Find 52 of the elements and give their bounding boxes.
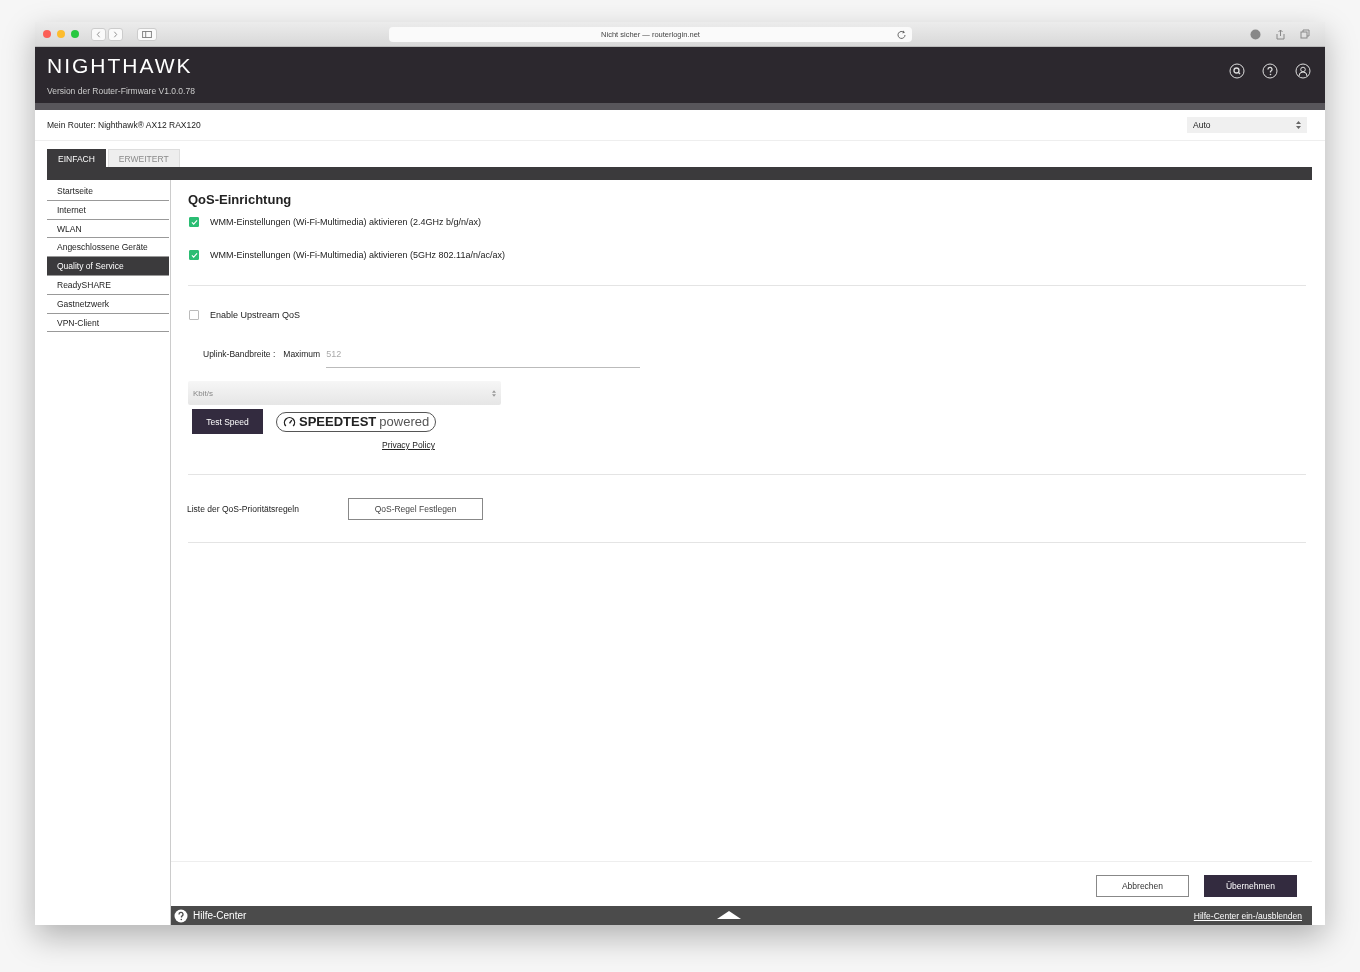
help-toggle-link[interactable]: Hilfe-Center ein-/ausblenden	[1193, 910, 1302, 921]
select-arrows-icon	[1296, 121, 1301, 129]
cancel-button[interactable]: Abbrechen	[1096, 875, 1189, 897]
mode-select[interactable]: Auto	[1187, 117, 1307, 133]
user-icon[interactable]	[1295, 63, 1311, 79]
minimize-window-button[interactable]	[57, 30, 65, 38]
set-rule-button[interactable]: QoS-Regel Festlegen	[348, 498, 483, 520]
bandwidth-field[interactable]: 512	[326, 349, 641, 368]
share-icon[interactable]	[1275, 28, 1286, 40]
field-label: Maximum	[283, 349, 321, 361]
help-center-label: Hilfe-Center	[193, 910, 247, 921]
page-title: QoS-Einrichtung	[188, 192, 293, 207]
sidebar-item[interactable]: Quality of Service	[47, 257, 169, 276]
sidebar-item[interactable]: VPN-Client	[47, 313, 169, 333]
apply-button[interactable]: Übernehmen	[1204, 875, 1297, 897]
checkbox[interactable]	[189, 250, 199, 260]
firmware-version: Version der Router-Firmware V1.0.0.78	[47, 86, 195, 96]
reload-icon[interactable]	[897, 29, 906, 39]
select-arrows-icon	[492, 389, 496, 397]
field-label: Uplink-Bandbreite :	[203, 349, 276, 361]
checkbox-label: WMM-Einstellungen (Wi-Fi-Multimedia) aktivieren (2.4GHz b/g/n/ax)	[210, 217, 482, 227]
back-icon	[95, 29, 102, 39]
help-icon[interactable]	[1262, 63, 1278, 79]
forward-button[interactable]	[108, 27, 123, 41]
sidebar-icon	[142, 30, 152, 38]
rules-label: Liste der QoS-Prioritätsregeln	[187, 504, 300, 514]
sidebar-item[interactable]: Startseite	[47, 182, 169, 201]
sidebar-item[interactable]: ReadySHARE	[47, 276, 169, 295]
checkbox[interactable]	[189, 217, 199, 227]
brand-logo: NIGHTHAWK	[47, 54, 193, 78]
speedtest-badge: SPEEDTEST powered	[276, 411, 437, 432]
tab[interactable]: EINFACH	[47, 149, 106, 167]
search-icon[interactable]	[1229, 63, 1245, 79]
checkbox-label: WMM-Einstellungen (Wi-Fi-Multimedia) aktivieren (5GHz 802.11a/n/ac/ax)	[210, 250, 505, 260]
test-speed-button[interactable]: Test Speed	[192, 409, 263, 434]
sidebar-button[interactable]	[137, 27, 157, 41]
checkbox[interactable]	[189, 310, 199, 320]
sidebar-item[interactable]: WLAN	[47, 219, 169, 239]
privacy-policy-link[interactable]: Privacy Policy	[382, 440, 435, 450]
sidebar-item[interactable]: Gastnetzwerk	[47, 294, 169, 314]
check-icon	[190, 219, 198, 225]
checkbox-label: Enable Upstream QoS	[210, 310, 301, 320]
forward-icon	[112, 29, 119, 39]
sidebar-item[interactable]: Internet	[47, 200, 169, 220]
gauge-icon	[283, 416, 296, 427]
close-window-button[interactable]	[43, 30, 51, 38]
check-icon	[190, 252, 198, 258]
router-name: Mein Router: Nighthawk® AX12 RAX120	[47, 120, 201, 130]
back-button[interactable]	[91, 27, 106, 41]
tabs-icon[interactable]	[1300, 28, 1311, 40]
expand-icon[interactable]	[717, 911, 741, 919]
zoom-window-button[interactable]	[71, 30, 79, 38]
